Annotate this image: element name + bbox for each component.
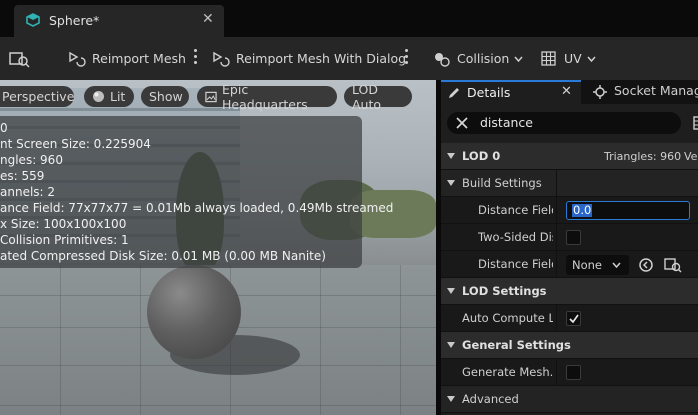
stats-line: ated Compressed Disk Size: 0.01 MB (0.00… [0, 249, 326, 263]
reimport-mesh-button[interactable]: Reimport Mesh [68, 37, 186, 80]
lod0-vertices-truncated: Ve [684, 150, 698, 163]
generate-mesh-label: Generate Mesh... [462, 365, 553, 379]
browse-folder-icon [9, 51, 30, 68]
static-mesh-icon [26, 13, 40, 27]
stats-line: nt Screen Size: 0.225904 [0, 137, 151, 151]
replacement-mesh-dropdown[interactable]: None [566, 255, 629, 275]
reimport-icon [69, 51, 86, 67]
reimport-with-dialog-label: Reimport Mesh With Dialog [236, 51, 407, 66]
mesh-stats-overlay: 0 nt Screen Size: 0.225904 ngles: 960 es… [0, 116, 393, 268]
category-advanced[interactable]: Advanced [441, 386, 698, 413]
expand-triangle-icon [447, 288, 455, 294]
environment-label: Epic Headquarters [222, 81, 308, 112]
lod-settings-label: LOD Settings [462, 284, 547, 298]
collision-menu-button[interactable]: Collision [433, 37, 529, 80]
sphere-mesh[interactable] [147, 265, 241, 359]
collision-label: Collision [457, 51, 510, 66]
auto-compute-checkbox[interactable] [566, 311, 581, 326]
show-button[interactable]: Show [141, 86, 189, 107]
two-sided-label: Two-Sided Dis [478, 230, 553, 244]
category-general-settings[interactable]: General Settings [441, 332, 698, 359]
expand-triangle-icon [447, 180, 455, 186]
asset-toolbar: Reimport Mesh Reimport Mesh With Dialog … [0, 37, 698, 80]
search-value: distance [480, 115, 533, 130]
reimport-options-kebab-icon[interactable] [194, 47, 198, 69]
distance-field-resolution-input[interactable]: 0.0 [566, 201, 690, 220]
advanced-label: Advanced [462, 392, 519, 406]
close-tab-icon[interactable]: ✕ [561, 84, 572, 99]
lit-sphere-icon [93, 91, 104, 102]
lit-button[interactable]: Lit [84, 86, 134, 107]
stats-line: 0 [0, 121, 8, 135]
stats-line: ngles: 960 [0, 153, 63, 167]
stats-line: x Size: 100x100x100 [0, 217, 127, 231]
socket-icon [593, 85, 607, 99]
reimport-dialog-options-kebab-icon[interactable] [405, 47, 409, 69]
image-icon [205, 91, 217, 102]
expand-triangle-icon [447, 396, 455, 402]
clear-search-icon[interactable] [455, 116, 469, 130]
lod-auto-label: LOD Auto [352, 81, 382, 112]
tab-sphere[interactable]: Sphere* ✕ [14, 5, 224, 37]
generate-mesh-checkbox[interactable] [566, 365, 581, 380]
uv-label: UV [564, 51, 582, 66]
perspective-button[interactable]: Perspective [0, 86, 74, 107]
lod0-triangles: Triangles: 960 [604, 150, 682, 163]
reimport-dialog-icon [213, 51, 230, 67]
stats-line: ance Field: 77x77x77 = 0.01Mb always loa… [0, 201, 394, 215]
document-tab-bar: Sphere* ✕ [0, 0, 698, 38]
category-lod0[interactable]: LOD 0 Triangles: 960 Ve [441, 143, 698, 170]
tab-details-label: Details [467, 85, 511, 100]
chevron-down-icon [612, 262, 621, 268]
distance-field-value: 0.0 [572, 203, 593, 217]
tab-socket-manager[interactable]: Socket Manag [584, 80, 698, 104]
uv-menu-button[interactable]: UV [540, 37, 602, 80]
checkmark-icon [569, 314, 579, 324]
collision-icon [435, 52, 450, 67]
build-settings-label: Build Settings [462, 176, 542, 190]
use-selected-asset-icon[interactable] [638, 257, 654, 273]
tab-details[interactable]: Details ✕ [441, 80, 581, 104]
perspective-label: Perspective [2, 89, 75, 104]
reimport-mesh-label: Reimport Mesh [92, 51, 186, 66]
expand-triangle-icon [447, 153, 455, 159]
reimport-with-dialog-button[interactable]: Reimport Mesh With Dialog [212, 37, 406, 80]
general-settings-label: General Settings [462, 338, 571, 352]
category-build-settings[interactable]: Build Settings [441, 170, 698, 197]
browse-asset-button[interactable] [9, 37, 37, 80]
auto-compute-label: Auto Compute LOI [462, 311, 553, 325]
tab-title: Sphere* [49, 13, 100, 28]
chevron-down-icon [514, 56, 523, 62]
show-label: Show [149, 89, 183, 104]
uv-grid-icon [541, 50, 556, 66]
none-value: None [572, 258, 603, 272]
lod-auto-button[interactable]: LOD Auto [344, 82, 412, 112]
stats-line: es: 559 [0, 169, 45, 183]
pencil-icon [449, 88, 459, 98]
lit-label: Lit [110, 89, 126, 104]
category-lod-settings[interactable]: LOD Settings [441, 278, 698, 305]
property-distance-field-replacement: Distance Field None [441, 251, 698, 278]
mesh-viewport[interactable]: Perspective Lit Show Epic Headquarters L… [0, 80, 436, 415]
details-search-input[interactable]: distance [447, 112, 681, 134]
property-generate-mesh-distance-field: Generate Mesh... [441, 359, 698, 386]
property-matrix-icon[interactable] [693, 116, 698, 130]
property-auto-compute-lod: Auto Compute LOI [441, 305, 698, 332]
details-panel: Details ✕ Socket Manag distance LOD 0 Tr… [441, 80, 698, 415]
details-tab-strip: Details ✕ Socket Manag [441, 80, 698, 104]
expand-triangle-icon [447, 342, 455, 348]
tab-socket-label: Socket Manag [614, 83, 698, 98]
stats-line: Collision Primitives: 1 [0, 233, 129, 247]
environment-button[interactable]: Epic Headquarters [197, 82, 337, 112]
distance-field-label: Distance Field [478, 203, 553, 217]
property-distance-field-resolution: Distance Field 0.0 [441, 197, 698, 224]
stats-line: annels: 2 [0, 185, 56, 199]
property-two-sided-distance-field: Two-Sided Dis [441, 224, 698, 251]
chevron-down-icon [587, 56, 596, 62]
distance-field-replacement-label: Distance Field [478, 257, 553, 271]
browse-asset-icon[interactable] [664, 257, 682, 273]
close-tab-icon[interactable]: ✕ [202, 11, 214, 27]
lod0-label: LOD 0 [462, 149, 501, 163]
two-sided-checkbox[interactable] [566, 230, 581, 245]
